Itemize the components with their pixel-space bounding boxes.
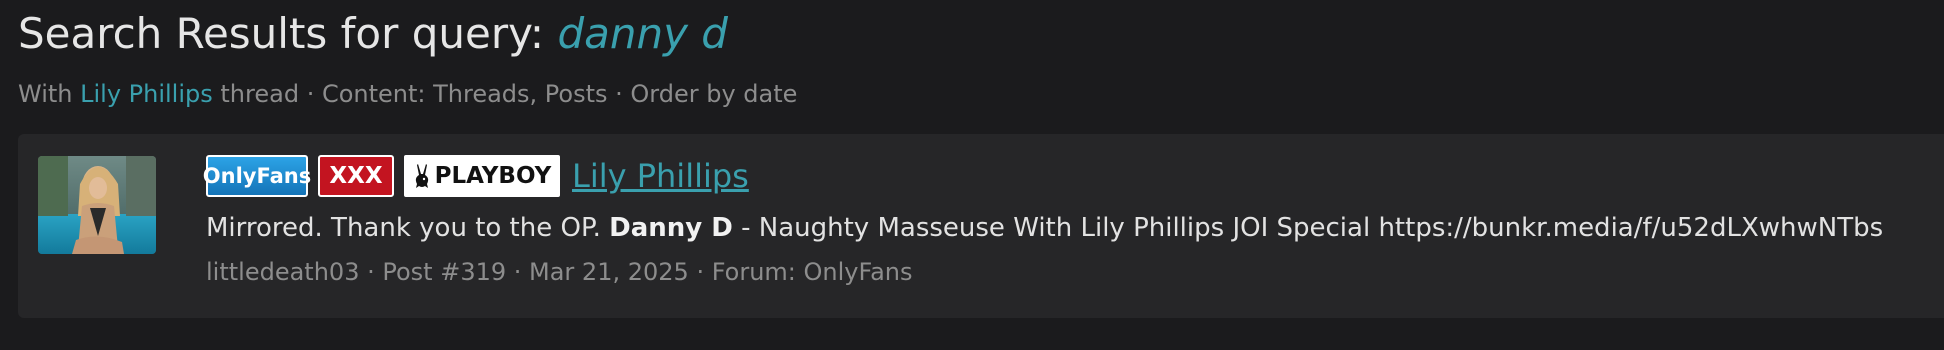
search-meta: With Lily Phillips thread · Content: Thr…	[18, 78, 797, 110]
playboy-prefix-badge[interactable]: PLAYBOY	[404, 155, 560, 197]
post-number[interactable]: Post #319	[382, 258, 506, 286]
meta-rest: thread · Content: Threads, Posts · Order…	[212, 80, 798, 108]
snippet-text-after: - Naughty Masseuse With Lily Phillips JO…	[732, 213, 1884, 243]
snippet-highlight: Danny D	[609, 213, 733, 243]
post-author[interactable]: littledeath03	[206, 258, 359, 286]
meta-user-link[interactable]: Lily Phillips	[80, 80, 213, 108]
post-date: Mar 21, 2025	[529, 258, 689, 286]
result-content: OnlyFans XXX PLAYBOY Lily Phillips Mirro…	[203, 154, 1926, 288]
result-title-row: OnlyFans XXX PLAYBOY Lily Phillips	[203, 154, 1926, 198]
search-query: danny d	[557, 9, 728, 58]
forum-link[interactable]: OnlyFans	[804, 258, 913, 286]
bunny-icon	[415, 164, 428, 188]
meta-separator: ·	[506, 258, 530, 286]
result-snippet[interactable]: Mirrored. Thank you to the OP. Danny D -…	[206, 210, 1926, 246]
forum-label: Forum:	[711, 258, 804, 286]
search-result-item: OnlyFans XXX PLAYBOY Lily Phillips Mirro…	[18, 134, 1944, 318]
playboy-badge-label: PLAYBOY	[434, 163, 552, 189]
page-title-prefix: Search Results for query:	[18, 9, 558, 58]
meta-separator: ·	[359, 258, 383, 286]
onlyfans-prefix-badge[interactable]: OnlyFans	[203, 155, 311, 197]
meta-separator: ·	[688, 258, 712, 286]
search-results-page: Search Results for query: danny d With L…	[0, 0, 1944, 350]
avatar-thumbnail[interactable]	[38, 156, 156, 254]
snippet-text-before: Mirrored. Thank you to the OP.	[206, 213, 610, 243]
thread-title-link[interactable]: Lily Phillips	[572, 157, 749, 195]
result-post-meta: littledeath03 · Post #319 · Mar 21, 2025…	[206, 256, 1926, 288]
page-title: Search Results for query: danny d	[18, 6, 728, 62]
xxx-prefix-badge[interactable]: XXX	[318, 155, 394, 197]
meta-with: With	[18, 80, 81, 108]
